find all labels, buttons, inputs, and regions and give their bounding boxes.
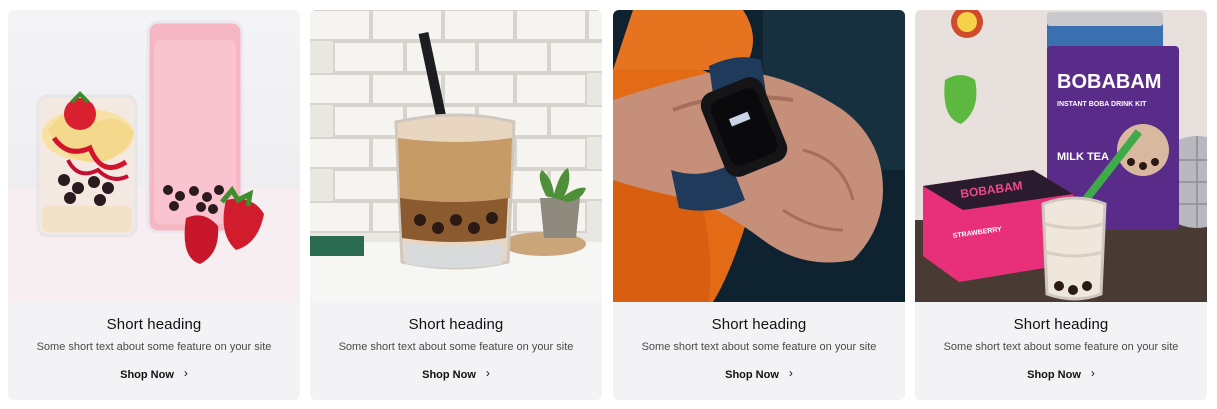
- feature-card: Short heading Some short text about some…: [613, 10, 905, 400]
- chevron-right-icon: ›: [183, 366, 188, 380]
- box-brand-text: BOBABAM: [1057, 71, 1161, 93]
- shop-now-label: Shop Now: [120, 369, 174, 381]
- feature-card-grid: Short heading Some short text about some…: [0, 0, 1217, 409]
- card-image-bobabam-kit: BOBABAM INSTANT BOBA DRINK KIT MILK TEA …: [915, 10, 1207, 302]
- card-heading: Short heading: [1013, 316, 1109, 333]
- shop-now-label: Shop Now: [725, 369, 779, 381]
- card-description: Some short text about some feature on yo…: [36, 341, 272, 353]
- box-flavor-text: MILK TEA: [1057, 151, 1109, 163]
- shop-now-link[interactable]: Shop Now ›: [310, 366, 602, 381]
- feature-card: Short heading Some short text about some…: [8, 10, 300, 400]
- feature-card: BOBABAM INSTANT BOBA DRINK KIT MILK TEA …: [915, 10, 1207, 400]
- card-description: Some short text about some feature on yo…: [943, 341, 1179, 353]
- card-description: Some short text about some feature on yo…: [641, 341, 877, 353]
- card-image-strawberry-boba: [8, 10, 300, 302]
- shop-now-link[interactable]: Shop Now ›: [8, 366, 300, 381]
- card-heading: Short heading: [711, 316, 807, 333]
- card-heading: Short heading: [106, 316, 202, 333]
- chevron-right-icon: ›: [788, 366, 793, 380]
- card-image-smartwatch: [613, 10, 905, 302]
- box-tagline-text: INSTANT BOBA DRINK KIT: [1057, 101, 1147, 108]
- shop-now-link[interactable]: Shop Now ›: [915, 366, 1207, 381]
- card-image-iced-milk-tea: [310, 10, 602, 302]
- shop-now-link[interactable]: Shop Now ›: [613, 366, 905, 381]
- feature-card: Short heading Some short text about some…: [310, 10, 602, 400]
- shop-now-label: Shop Now: [422, 369, 476, 381]
- card-heading: Short heading: [408, 316, 504, 333]
- chevron-right-icon: ›: [485, 366, 490, 380]
- card-description: Some short text about some feature on yo…: [338, 341, 574, 353]
- shop-now-label: Shop Now: [1027, 369, 1081, 381]
- chevron-right-icon: ›: [1090, 366, 1095, 380]
